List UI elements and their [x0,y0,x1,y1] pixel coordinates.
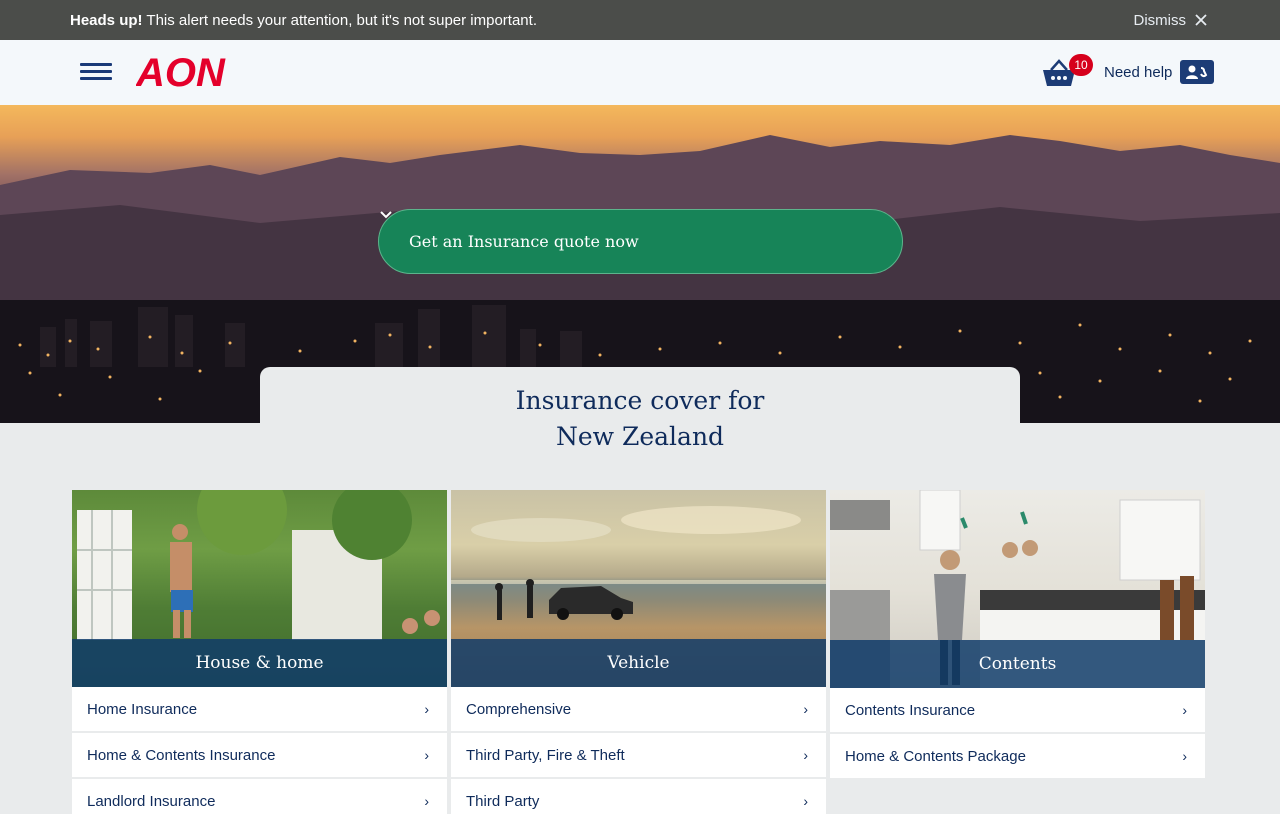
aon-logo[interactable]: AON [135,51,230,95]
vehicle-image[interactable]: Vehicle [451,490,826,687]
logo-text: AON [136,52,226,90]
link-label: Contents Insurance [845,701,976,719]
need-help-button[interactable]: Need help [1104,60,1215,84]
dismiss-button[interactable]: Dismiss [1134,12,1209,29]
chevron-right-icon: › [1182,702,1187,718]
chevron-right-icon: › [803,747,808,763]
hamburger-icon[interactable] [80,63,112,81]
quote-dropdown-button[interactable]: Get an Insurance quote now [378,209,903,274]
alert-message: Heads up! This alert needs your attentio… [70,12,537,29]
alert-bar: Heads up! This alert needs your attentio… [0,0,1280,40]
link-home-contents-insurance[interactable]: Home & Contents Insurance › [72,733,447,779]
page-title: Insurance cover for New Zealand [260,383,1020,455]
dismiss-label: Dismiss [1133,11,1187,29]
chevron-right-icon: › [424,793,429,809]
title-line-2: New Zealand [555,422,725,451]
link-label: Third Party, Fire & Theft [466,746,625,764]
chevron-right-icon: › [1182,748,1187,764]
link-label: Third Party [466,792,540,810]
site-header: AON 10 Need help [0,40,1280,105]
contact-card-icon [1180,60,1215,84]
link-third-party-fire-theft[interactable]: Third Party, Fire & Theft › [451,733,826,779]
alert-body: This alert needs your attention, but it'… [142,11,537,29]
category-vehicle: Vehicle Comprehensive › Third Party, Fir… [451,490,826,814]
chevron-right-icon: › [803,793,808,809]
cart-button[interactable]: 10 [1041,54,1093,88]
house-home-label: House & home [72,639,447,687]
house-home-image[interactable]: House & home [72,490,447,687]
link-label: Comprehensive [466,700,572,718]
quote-label: Get an Insurance quote now [409,232,639,251]
category-house-home: House & home Home Insurance › Home & Con… [72,490,447,814]
link-label: Home Insurance [87,700,198,718]
vehicle-label: Vehicle [451,639,826,687]
link-landlord-insurance[interactable]: Landlord Insurance › [72,779,447,814]
link-contents-insurance[interactable]: Contents Insurance › [830,688,1205,734]
link-comprehensive[interactable]: Comprehensive › [451,687,826,733]
close-icon [1195,14,1207,26]
category-contents: Contents Contents Insurance › Home & Con… [830,490,1205,780]
link-label: Home & Contents Package [845,747,1026,765]
chevron-right-icon: › [803,701,808,717]
link-home-insurance[interactable]: Home Insurance › [72,687,447,733]
chevron-down-icon [380,211,392,219]
chevron-right-icon: › [424,701,429,717]
link-third-party[interactable]: Third Party › [451,779,826,814]
page-title-card: Insurance cover for New Zealand [260,367,1020,467]
contents-image[interactable]: Contents [830,490,1205,688]
cart-count-badge: 10 [1069,54,1093,76]
link-label: Home & Contents Insurance [87,746,276,764]
chevron-right-icon: › [424,747,429,763]
link-label: Landlord Insurance [87,792,216,810]
alert-heading: Heads up! [70,11,143,29]
title-line-1: Insurance cover for [515,386,765,415]
contents-label: Contents [830,640,1205,688]
link-home-contents-package[interactable]: Home & Contents Package › [830,734,1205,780]
need-help-label: Need help [1104,63,1173,81]
